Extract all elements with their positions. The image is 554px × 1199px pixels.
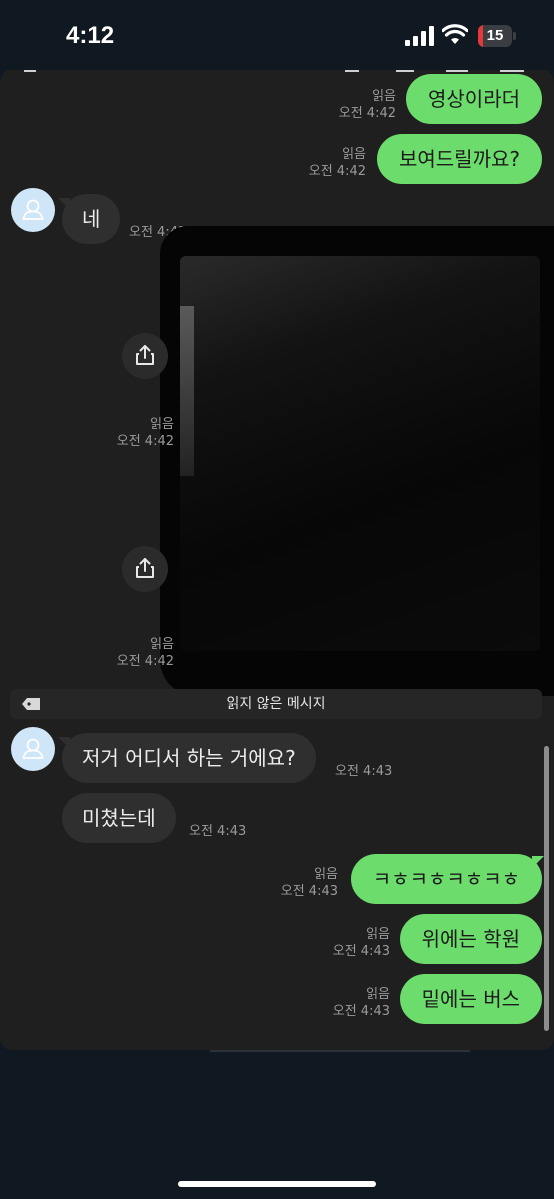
screen: 4:12 15 읽음 오전 4:42 영상이라더 읽음 오전 4:42 보여드릴… (0, 0, 554, 1199)
wifi-icon (442, 24, 468, 44)
shared-photo-group[interactable] (160, 226, 554, 696)
photo-detail (180, 306, 194, 476)
signal-icon (405, 26, 434, 46)
message-time: 오전 4:43 (189, 824, 247, 839)
person-icon (22, 738, 44, 759)
message-meta: 읽음 오전 4:43 (332, 987, 390, 1019)
message-time: 오전 4:43 (335, 764, 393, 779)
my-message-bubble[interactable]: 보여드릴까요? (376, 134, 542, 184)
my-message-bubble[interactable]: 밑에는 버스 (399, 974, 542, 1024)
status-bar: 4:12 15 (0, 0, 554, 70)
my-message-bubble[interactable]: 영상이라더 (406, 74, 542, 124)
share-button[interactable] (122, 546, 168, 592)
message-meta: 읽음 오전 4:43 (332, 927, 390, 959)
unread-label: 읽지 않은 메시지 (226, 696, 326, 712)
avatar[interactable] (11, 727, 55, 771)
unread-divider: 읽지 않은 메시지 (10, 689, 542, 719)
share-button[interactable] (122, 333, 168, 379)
share-icon (136, 345, 154, 365)
message-meta: 읽음 오전 4:42 (116, 637, 174, 669)
home-indicator[interactable] (178, 1181, 376, 1187)
share-icon (136, 558, 154, 578)
battery-level: 15 (486, 27, 504, 44)
chat-panel[interactable]: 읽음 오전 4:42 영상이라더 읽음 오전 4:42 보여드릴까요? 네 오전… (0, 66, 554, 1050)
their-message-bubble[interactable]: 네 (62, 194, 121, 244)
person-icon (22, 199, 44, 220)
their-message-bubble[interactable]: 저거 어디서 하는 거에요? (62, 733, 316, 783)
their-message-bubble[interactable]: 미쳤는데 (62, 793, 176, 843)
status-time: 4:12 (66, 22, 115, 49)
shared-photo[interactable] (180, 256, 540, 651)
message-meta: 읽음 오전 4:42 (338, 89, 396, 121)
message-meta: 읽음 오전 4:42 (116, 417, 174, 449)
bottom-divider (210, 1050, 470, 1052)
battery-indicator: 15 (478, 25, 516, 47)
message-meta: 읽음 오전 4:42 (308, 147, 366, 179)
scrollbar[interactable] (544, 746, 549, 1031)
my-message-bubble[interactable]: ㅋㅎㅋㅎㅋㅎㅋㅎ (350, 854, 542, 904)
avatar[interactable] (11, 188, 55, 232)
my-message-bubble[interactable]: 위에는 학원 (399, 914, 542, 964)
message-meta: 읽음 오전 4:43 (280, 867, 338, 899)
